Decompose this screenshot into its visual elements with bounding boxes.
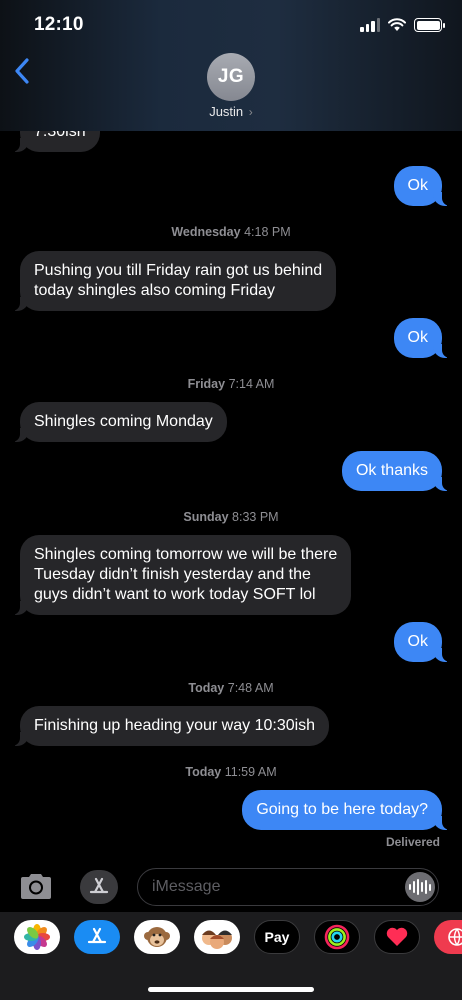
sent-message[interactable]: Ok	[393, 622, 452, 662]
message-text: Shingles coming Monday	[34, 413, 213, 430]
message-text: Ok	[407, 329, 428, 346]
web-search-icon[interactable]	[434, 920, 462, 954]
status-icons	[360, 18, 445, 32]
activity-rings-icon	[324, 924, 350, 950]
sent-message[interactable]: Ok	[393, 166, 452, 206]
monkey-face-icon	[144, 927, 170, 947]
sent-message[interactable]: Ok	[393, 318, 452, 358]
app-store-glyph-icon	[87, 927, 107, 944]
app-store-icon	[89, 877, 109, 894]
app-store-button[interactable]	[80, 870, 118, 904]
message-text-line: today shingles also coming Friday	[34, 282, 276, 299]
back-chevron-icon[interactable]	[10, 56, 34, 86]
timestamp: Sunday 8:33 PM	[0, 510, 462, 524]
home-indicator[interactable]	[148, 987, 314, 992]
message-text-line: Shingles coming tomorrow we will be ther…	[34, 546, 338, 563]
memoji-monkey-icon[interactable]	[134, 920, 180, 954]
timestamp-time: 7:14 AM	[228, 377, 275, 391]
timestamp-day: Friday	[187, 377, 226, 391]
message-text-line: Pushing you till Friday rain got us behi…	[34, 262, 323, 279]
sent-message[interactable]: Going to be here today?	[242, 790, 451, 830]
timestamp: Today 11:59 AM	[0, 765, 462, 779]
timestamp-time: 8:33 PM	[232, 510, 279, 524]
globe-icon	[448, 928, 462, 946]
photos-flower-icon	[24, 924, 50, 950]
memoji-faces-icon	[202, 930, 232, 949]
heart-icon	[386, 927, 408, 946]
delivered-status: Delivered	[385, 835, 440, 849]
contact-name-button[interactable]: Justin ›	[0, 104, 462, 119]
timestamp-time: 4:18 PM	[244, 225, 291, 239]
chevron-right-icon: ›	[248, 105, 253, 119]
message-text: Ok	[407, 633, 428, 650]
message-input-placeholder: iMessage	[152, 878, 221, 895]
status-time: 12:10	[34, 14, 84, 35]
apple-pay-icon[interactable]: Pay	[254, 920, 300, 954]
message-text: Ok thanks	[355, 462, 428, 479]
timestamp-day: Today	[185, 765, 222, 779]
sent-message[interactable]: Ok thanks	[341, 451, 452, 491]
timestamp-time: 7:48 AM	[227, 681, 274, 695]
wifi-icon	[388, 18, 406, 31]
message-text: Finishing up heading your way 10:30ish	[34, 717, 316, 734]
timestamp: Today 7:48 AM	[0, 681, 462, 695]
app-store-icon[interactable]	[74, 920, 120, 954]
contact-name: Justin	[209, 104, 244, 119]
voice-message-icon[interactable]	[405, 872, 435, 902]
memoji-group-icon[interactable]	[194, 920, 240, 954]
message-text: Going to be here today?	[256, 801, 428, 818]
activity-icon[interactable]	[314, 920, 360, 954]
timestamp-day: Wednesday	[171, 225, 241, 239]
photos-icon[interactable]	[14, 920, 60, 954]
message-input[interactable]: iMessage	[137, 868, 439, 906]
received-message[interactable]: Finishing up heading your way 10:30ish	[10, 706, 330, 746]
camera-icon[interactable]	[18, 871, 54, 901]
conversation-header: 12:10 JG Justin ›	[0, 0, 462, 131]
message-text-line: guys didn’t want to work today SOFT lol	[34, 586, 316, 603]
received-message[interactable]: Shingles coming Monday	[11, 402, 227, 442]
timestamp: Wednesday 4:18 PM	[0, 225, 462, 239]
message-text: Ok	[407, 177, 428, 194]
received-message[interactable]: Pushing you till Friday rain got us behi…	[10, 251, 337, 311]
received-message[interactable]: Shingles coming tomorrow we will be ther…	[10, 535, 352, 615]
contact-avatar[interactable]: JG	[207, 53, 255, 101]
battery-icon	[414, 18, 445, 32]
timestamp-day: Sunday	[183, 510, 229, 524]
timestamp: Friday 7:14 AM	[0, 377, 462, 391]
digital-touch-icon[interactable]	[374, 920, 420, 954]
timestamp-day: Today	[188, 681, 225, 695]
apple-pay-label: Pay	[264, 929, 290, 945]
message-text-line: Tuesday didn’t finish yesterday and the	[34, 566, 311, 583]
cellular-signal-icon	[360, 18, 380, 32]
timestamp-time: 11:59 AM	[224, 765, 277, 779]
